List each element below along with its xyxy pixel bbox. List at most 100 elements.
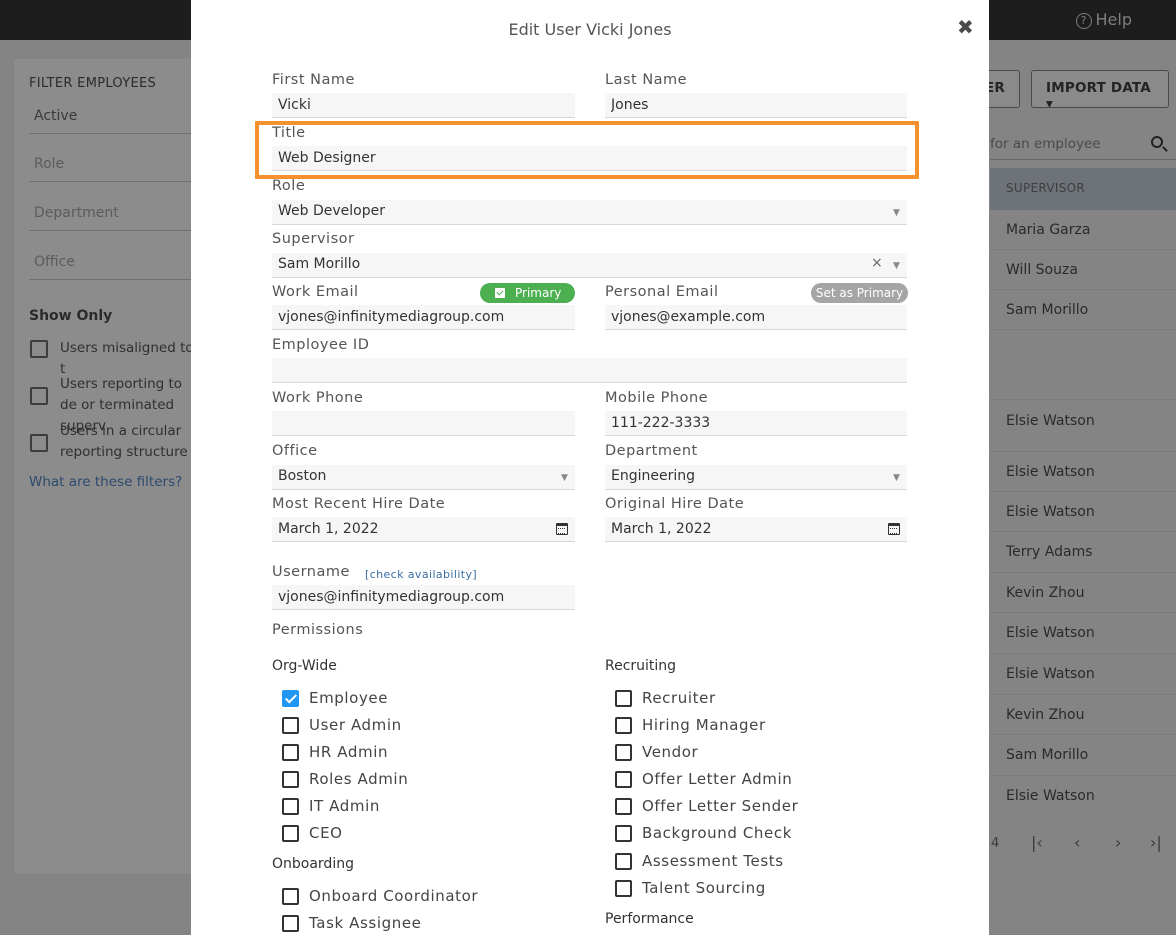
calendar-icon[interactable] [888, 523, 900, 535]
table-row[interactable]: Sam Morillo [990, 735, 1176, 776]
offer-letter-admin-checkbox[interactable] [615, 771, 632, 788]
filters-help-link[interactable]: What are these filters? [29, 474, 182, 490]
pager-prev-icon[interactable]: ‹ [1074, 833, 1080, 852]
onboard-coordinator-checkbox[interactable] [282, 888, 299, 905]
ceo-checkbox[interactable] [282, 825, 299, 842]
department-label: Department [605, 443, 698, 459]
employee-search-input[interactable]: for an employee [990, 128, 1176, 160]
recruiter-checkbox[interactable] [615, 690, 632, 707]
hr-admin-checkbox[interactable] [282, 744, 299, 761]
table-row[interactable]: Elsie Watson [990, 613, 1176, 654]
table-row[interactable]: Elsie Watson [990, 452, 1176, 492]
import-data-button[interactable]: IMPORT DATA ▾ [1031, 70, 1169, 112]
recent-hire-date-input[interactable] [272, 517, 575, 542]
hiring-manager-checkbox[interactable] [615, 717, 632, 734]
employee-checkbox[interactable] [282, 690, 299, 707]
vendor-label: Vendor [642, 743, 699, 761]
employee-id-label: Employee ID [272, 337, 370, 353]
supervisor-column-header[interactable]: SUPERVISOR [990, 168, 1176, 210]
task-assignee-checkbox[interactable] [282, 915, 299, 932]
pager-last-icon[interactable]: ›| [1150, 833, 1162, 852]
username-label: Username [272, 564, 350, 580]
clear-icon[interactable]: × [871, 255, 883, 271]
work-email-input[interactable] [272, 305, 575, 330]
table-row[interactable]: Elsie Watson [990, 492, 1176, 532]
circular-reporting-label: Users in a circular reporting structure [60, 423, 188, 460]
table-row[interactable]: Elsie Watson [990, 776, 1176, 816]
permissions-heading: Permissions [272, 622, 364, 638]
offer-letter-sender-label: Offer Letter Sender [642, 797, 799, 815]
roles-admin-checkbox[interactable] [282, 771, 299, 788]
employee-label: Employee [309, 689, 389, 707]
office-label: Office [272, 443, 318, 459]
table-row[interactable]: Elsie Watson [990, 654, 1176, 695]
table-row[interactable]: Kevin Zhou [990, 695, 1176, 735]
role-filter[interactable]: Role [29, 152, 199, 182]
table-row[interactable]: Sam Morillo [990, 290, 1176, 330]
employee-id-input[interactable] [272, 358, 907, 383]
close-icon[interactable]: ✖ [957, 15, 974, 39]
office-select[interactable]: Boston [272, 465, 575, 490]
org-wide-heading: Org-Wide [272, 658, 337, 674]
username-input[interactable] [272, 585, 575, 610]
it-admin-checkbox[interactable] [282, 798, 299, 815]
help-link[interactable]: ? Help [1075, 10, 1132, 29]
last-name-label: Last Name [605, 72, 688, 88]
search-icon[interactable] [1151, 136, 1163, 148]
chevron-down-icon[interactable]: ▼ [893, 261, 900, 271]
set-as-primary-button[interactable]: Set as Primary [811, 283, 908, 303]
original-hire-date-input[interactable] [605, 517, 907, 542]
onboarding-heading: Onboarding [272, 856, 354, 872]
title-input[interactable] [272, 146, 907, 171]
it-admin-label: IT Admin [309, 797, 380, 815]
help-icon: ? [1075, 13, 1092, 29]
talent-sourcing-checkbox[interactable] [615, 880, 632, 897]
table-row[interactable]: Maria Garza [990, 210, 1176, 250]
last-name-input[interactable] [605, 93, 907, 118]
supervisor-label: Supervisor [272, 231, 355, 247]
pager-first-icon[interactable]: |‹ [1031, 833, 1043, 852]
assessment-tests-checkbox[interactable] [615, 853, 632, 870]
table-row[interactable]: Kevin Zhou [990, 573, 1176, 613]
assessment-tests-label: Assessment Tests [642, 852, 784, 870]
user-admin-checkbox[interactable] [282, 717, 299, 734]
office-filter[interactable]: Office [29, 250, 199, 280]
table-row[interactable]: Terry Adams [990, 532, 1176, 573]
department-filter[interactable]: Department [29, 201, 199, 231]
chevron-down-icon[interactable]: ▼ [561, 473, 568, 483]
background-check-checkbox[interactable] [615, 825, 632, 842]
first-name-input[interactable] [272, 93, 575, 118]
first-name-label: First Name [272, 72, 355, 88]
table-row-empty[interactable] [990, 330, 1176, 400]
terminated-supervisor-checkbox[interactable] [30, 387, 48, 405]
vendor-checkbox[interactable] [615, 744, 632, 761]
offer-letter-admin-label: Offer Letter Admin [642, 770, 793, 788]
title-label: Title [272, 125, 306, 141]
personal-email-input[interactable] [605, 305, 907, 330]
calendar-icon[interactable] [556, 523, 568, 535]
table-row[interactable]: Will Souza [990, 250, 1176, 290]
check-availability-link[interactable]: [check availability] [365, 568, 477, 581]
misaligned-checkbox[interactable] [30, 340, 48, 358]
hiring-manager-label: Hiring Manager [642, 716, 766, 734]
offer-letter-sender-checkbox[interactable] [615, 798, 632, 815]
department-select[interactable]: Engineering [605, 465, 907, 490]
work-phone-input[interactable] [272, 411, 575, 436]
supervisor-select[interactable]: Sam Morillo [272, 253, 907, 278]
chevron-down-icon[interactable]: ▼ [893, 208, 900, 218]
mobile-phone-input[interactable] [605, 411, 907, 436]
role-select[interactable]: Web Developer [272, 200, 907, 225]
recruiter-label: Recruiter [642, 689, 716, 707]
original-hire-date-label: Original Hire Date [605, 496, 745, 512]
hr-admin-label: HR Admin [309, 743, 389, 761]
table-row[interactable]: Elsie Watson [990, 400, 1176, 452]
user-admin-label: User Admin [309, 716, 402, 734]
recent-hire-date-label: Most Recent Hire Date [272, 496, 446, 512]
mobile-phone-label: Mobile Phone [605, 390, 709, 406]
circular-reporting-checkbox[interactable] [30, 434, 48, 452]
work-email-label: Work Email [272, 284, 359, 300]
status-filter[interactable]: Active [29, 104, 199, 134]
pager-next-icon[interactable]: › [1115, 833, 1121, 852]
chevron-down-icon[interactable]: ▼ [893, 473, 900, 483]
show-only-heading: Show Only [29, 308, 113, 324]
